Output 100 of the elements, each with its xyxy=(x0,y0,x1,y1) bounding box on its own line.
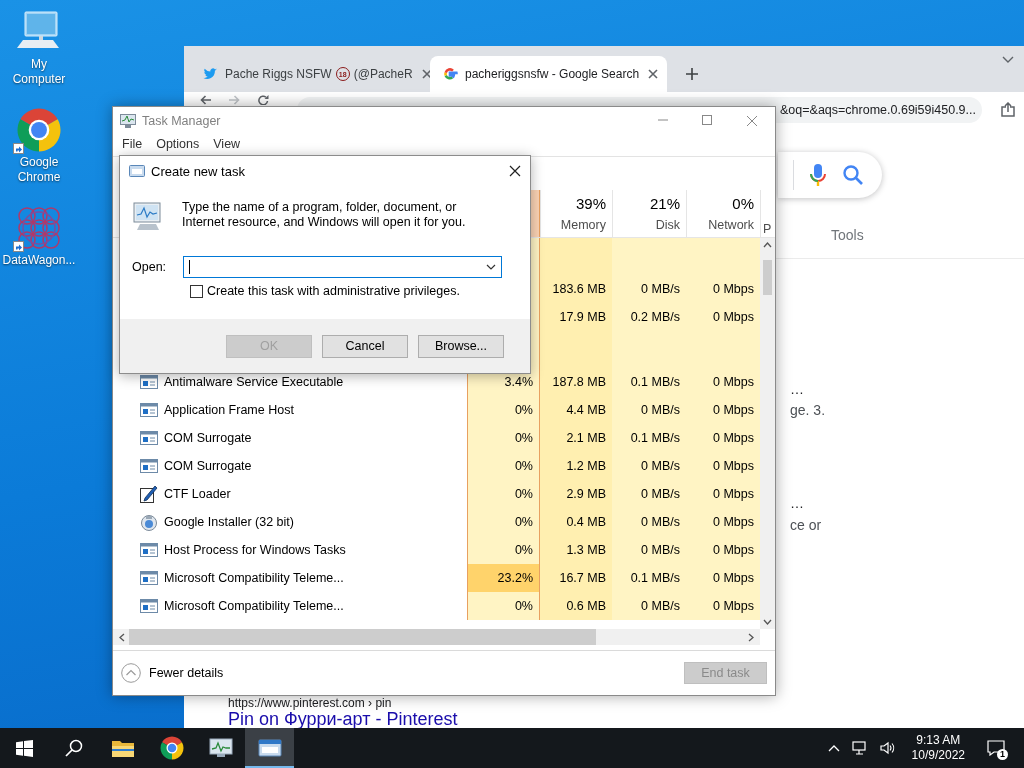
table-cell: 0 MB/s xyxy=(612,452,686,480)
end-task-button: End task xyxy=(684,662,767,684)
notification-count[interactable]: 1 xyxy=(997,749,1008,760)
window-icon xyxy=(140,402,158,418)
table-cell: 0% xyxy=(467,536,540,564)
table-cell: 23.2% xyxy=(467,564,540,592)
chrome-icon xyxy=(17,108,61,152)
window-icon xyxy=(140,430,158,446)
new-tab-icon[interactable] xyxy=(685,67,699,81)
window-icon xyxy=(140,570,158,586)
window-icon xyxy=(140,458,158,474)
table-cell: 0.2 MB/s xyxy=(612,303,686,331)
table-cell: 4.4 MB xyxy=(540,396,612,424)
checkbox-label[interactable]: Create this task with administrative privileges. xyxy=(207,284,460,298)
fewer-details-button[interactable]: Fewer details xyxy=(121,663,224,683)
microphone-icon[interactable] xyxy=(810,163,826,187)
table-cell: 0 Mbps xyxy=(686,275,760,303)
search-icon[interactable] xyxy=(64,739,83,757)
scrollbar-thumb[interactable] xyxy=(129,629,596,645)
table-cell: 0% xyxy=(467,424,540,452)
result-title[interactable]: … xyxy=(790,494,804,512)
column-header[interactable]: P xyxy=(760,190,775,237)
column-header[interactable]: 0% Network xyxy=(686,190,760,237)
scroll-up-icon[interactable] xyxy=(763,242,772,248)
table-cell: 1.3 MB xyxy=(540,536,612,564)
window-icon xyxy=(140,598,158,614)
table-cell: 0.1 MB/s xyxy=(612,368,686,396)
shortcut-arrow-icon xyxy=(13,241,24,252)
table-cell: 0 Mbps xyxy=(686,564,760,592)
process-name: Antimalware Service Executable xyxy=(164,375,344,389)
process-name: Application Frame Host xyxy=(164,403,294,417)
window-icon xyxy=(140,542,158,558)
open-field[interactable] xyxy=(183,256,502,278)
folder-icon[interactable] xyxy=(110,738,135,758)
chevron-down-icon[interactable] xyxy=(1002,56,1014,64)
table-cell: 0% xyxy=(467,592,540,620)
result-title[interactable]: … xyxy=(790,380,804,398)
notification-icon[interactable] xyxy=(987,740,1005,756)
table-cell: 0% xyxy=(467,480,540,508)
close-icon[interactable] xyxy=(646,67,661,81)
table-cell: 2.9 MB xyxy=(540,480,612,508)
table-cell: 0 MB/s xyxy=(612,396,686,424)
process-name: CTF Loader xyxy=(164,487,231,501)
reload-icon[interactable] xyxy=(258,95,269,105)
table-cell: 187.8 MB xyxy=(540,368,612,396)
dialog-button[interactable]: Browse... xyxy=(418,334,504,358)
field-label: Open: xyxy=(132,260,168,274)
pattern-icon xyxy=(17,206,61,250)
table-cell: 16.7 MB xyxy=(540,564,612,592)
window-title: Task Manager xyxy=(142,113,221,128)
table-cell: 0 MB/s xyxy=(612,536,686,564)
table-cell: 0 MB/s xyxy=(612,480,686,508)
chrome-icon[interactable] xyxy=(159,736,184,760)
result-link[interactable]: Pin on Фурри-арт - Pinterest xyxy=(228,710,458,728)
table-cell: 0 Mbps xyxy=(686,368,760,396)
table-cell: 0 MB/s xyxy=(612,275,686,303)
scroll-left-icon[interactable] xyxy=(119,632,125,642)
bird-icon xyxy=(202,66,218,82)
desktop-icon[interactable]: DataWagon... xyxy=(0,204,78,302)
table-cell: 183.6 MB xyxy=(540,275,612,303)
table-cell: 0.1 MB/s xyxy=(612,424,686,452)
table-cell: 0 Mbps xyxy=(686,508,760,536)
start-icon[interactable] xyxy=(16,739,33,757)
checkbox[interactable] xyxy=(190,284,203,298)
table-cell: 0 Mbps xyxy=(686,396,760,424)
scrollbar-thumb[interactable] xyxy=(763,260,772,295)
table-cell: 0.6 MB xyxy=(540,592,612,620)
table-cell: 0 Mbps xyxy=(686,424,760,452)
column-header[interactable]: 39% Memory xyxy=(540,190,612,237)
scroll-down-icon[interactable] xyxy=(763,619,772,625)
menu-item[interactable]: File xyxy=(115,134,150,156)
scroll-right-icon[interactable] xyxy=(748,632,754,642)
browser-tab[interactable]: pacheriggsnsfw - Google Search xyxy=(430,56,667,92)
table-cell: 0.1 MB/s xyxy=(612,564,686,592)
monitor-icon xyxy=(120,113,136,128)
close-icon[interactable] xyxy=(509,165,521,177)
tools-link[interactable]: Tools xyxy=(831,226,864,244)
back-icon[interactable] xyxy=(200,95,211,105)
table-cell: 1.2 MB xyxy=(540,452,612,480)
monitor-icon[interactable] xyxy=(208,737,233,759)
search-engine-logo-icon xyxy=(442,66,458,82)
dialog-button[interactable]: Cancel xyxy=(322,334,408,358)
window-icon[interactable] xyxy=(257,738,282,758)
share-icon[interactable] xyxy=(1000,101,1016,118)
process-name: Microsoft Compatibility Teleme... xyxy=(164,571,344,585)
process-name: COM Surrogate xyxy=(164,431,252,445)
menu-item[interactable]: View xyxy=(206,134,248,156)
table-cell: 0 MB/s xyxy=(612,508,686,536)
clock-time[interactable]: 9:13 AM xyxy=(916,733,961,748)
table-cell: 0 Mbps xyxy=(686,303,760,331)
dialog-title: Create new task xyxy=(151,163,245,179)
table-cell: 0% xyxy=(467,452,540,480)
clock-date[interactable]: 10/9/2022 xyxy=(911,748,965,763)
result-url: https://www.pinterest.com › pin xyxy=(228,696,392,710)
menu-item[interactable]: Options xyxy=(149,134,207,156)
result-snippet: ge. 3. xyxy=(790,401,826,419)
shortcut-arrow-icon xyxy=(13,143,24,154)
column-header[interactable]: 21% Disk xyxy=(612,190,686,237)
table-cell: 17.9 MB xyxy=(540,303,612,331)
desktop-icon[interactable]: Google Chrome xyxy=(0,106,78,204)
